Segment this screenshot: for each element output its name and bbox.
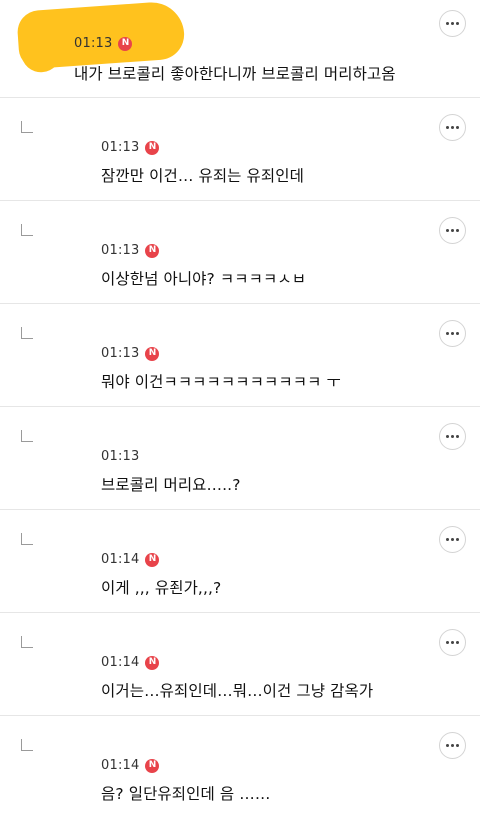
- comment-text: 이게 ,,, 유죈가,,,?: [101, 579, 222, 597]
- more-options-button[interactable]: [439, 217, 466, 244]
- new-badge: N: [145, 655, 160, 670]
- more-dots-icon: [446, 229, 459, 232]
- new-badge: N: [145, 758, 160, 773]
- new-badge: N: [145, 552, 160, 567]
- comment-text: 브로콜리 머리요…..?: [101, 476, 241, 494]
- comment-text: 이상한넘 아니야? ㅋㅋㅋㅋㅅㅂ: [101, 270, 307, 288]
- reply-arrow-icon: [21, 739, 33, 751]
- reply-item: 01:14 N 이게 ,,, 유죈가,,,?: [0, 510, 480, 613]
- reply-item: 01:13 N 이상한넘 아니야? ㅋㅋㅋㅋㅅㅂ: [0, 201, 480, 304]
- comment-meta: 01:13 N: [74, 36, 133, 51]
- comment-text: 이거는…유죄인데…뭐…이건 그냥 감옥가: [101, 682, 374, 700]
- comment-thread: 01:13 N 내가 브로콜리 좋아한다니까 브로콜리 머리하고옴 01:13 …: [0, 0, 480, 818]
- comment-time: 01:14: [101, 552, 140, 567]
- reply-arrow-icon: [21, 636, 33, 648]
- comment-time: 01:13: [101, 449, 140, 464]
- new-badge: N: [118, 36, 133, 51]
- new-badge: N: [145, 346, 160, 361]
- comment-text: 뭐야 이건ㅋㅋㅋㅋㅋㅋㅋㅋㅋㅋㅋ ㅜ: [101, 373, 341, 391]
- reply-arrow-icon: [21, 533, 33, 545]
- more-options-button[interactable]: [439, 10, 466, 37]
- reply-item: 01:13 N 잠깐만 이건… 유죄는 유죄인데: [0, 98, 480, 201]
- reply-arrow-icon: [21, 327, 33, 339]
- more-options-button[interactable]: [439, 629, 466, 656]
- reply-arrow-icon: [21, 121, 33, 133]
- author-redaction-scribble: [16, 0, 186, 70]
- comment-text: 음? 일단유죄인데 음 ……: [101, 785, 271, 803]
- comment-time: 01:13: [101, 140, 140, 155]
- new-badge: N: [145, 243, 160, 258]
- more-dots-icon: [446, 538, 459, 541]
- comment-time: 01:13: [101, 243, 140, 258]
- comment-meta: 01:13: [101, 449, 139, 464]
- comment-meta: 01:13 N: [101, 243, 160, 258]
- more-dots-icon: [446, 22, 459, 25]
- reply-item: 01:13 N 뭐야 이건ㅋㅋㅋㅋㅋㅋㅋㅋㅋㅋㅋ ㅜ: [0, 304, 480, 407]
- reply-item: 01:13 브로콜리 머리요…..?: [0, 407, 480, 510]
- comment-item: 01:13 N 내가 브로콜리 좋아한다니까 브로콜리 머리하고옴: [0, 0, 480, 98]
- more-dots-icon: [446, 126, 459, 129]
- reply-item: 01:14 N 이거는…유죄인데…뭐…이건 그냥 감옥가: [0, 613, 480, 716]
- more-options-button[interactable]: [439, 526, 466, 553]
- more-options-button[interactable]: [439, 114, 466, 141]
- more-options-button[interactable]: [439, 732, 466, 759]
- comment-meta: 01:14 N: [101, 655, 160, 670]
- more-dots-icon: [446, 435, 459, 438]
- comment-time: 01:13: [101, 346, 140, 361]
- comment-time: 01:14: [101, 655, 140, 670]
- reply-arrow-icon: [21, 430, 33, 442]
- new-badge: N: [145, 140, 160, 155]
- comment-meta: 01:14 N: [101, 758, 160, 773]
- reply-arrow-icon: [21, 224, 33, 236]
- more-options-button[interactable]: [439, 320, 466, 347]
- comment-text: 잠깐만 이건… 유죄는 유죄인데: [101, 167, 305, 185]
- comment-time: 01:14: [101, 758, 140, 773]
- comment-meta: 01:14 N: [101, 552, 160, 567]
- comment-meta: 01:13 N: [101, 140, 160, 155]
- more-dots-icon: [446, 332, 459, 335]
- comment-time: 01:13: [74, 36, 113, 51]
- more-options-button[interactable]: [439, 423, 466, 450]
- reply-item: 01:14 N 음? 일단유죄인데 음 ……: [0, 716, 480, 818]
- comment-text: 내가 브로콜리 좋아한다니까 브로콜리 머리하고옴: [74, 65, 396, 83]
- more-dots-icon: [446, 641, 459, 644]
- more-dots-icon: [446, 744, 459, 747]
- comment-meta: 01:13 N: [101, 346, 160, 361]
